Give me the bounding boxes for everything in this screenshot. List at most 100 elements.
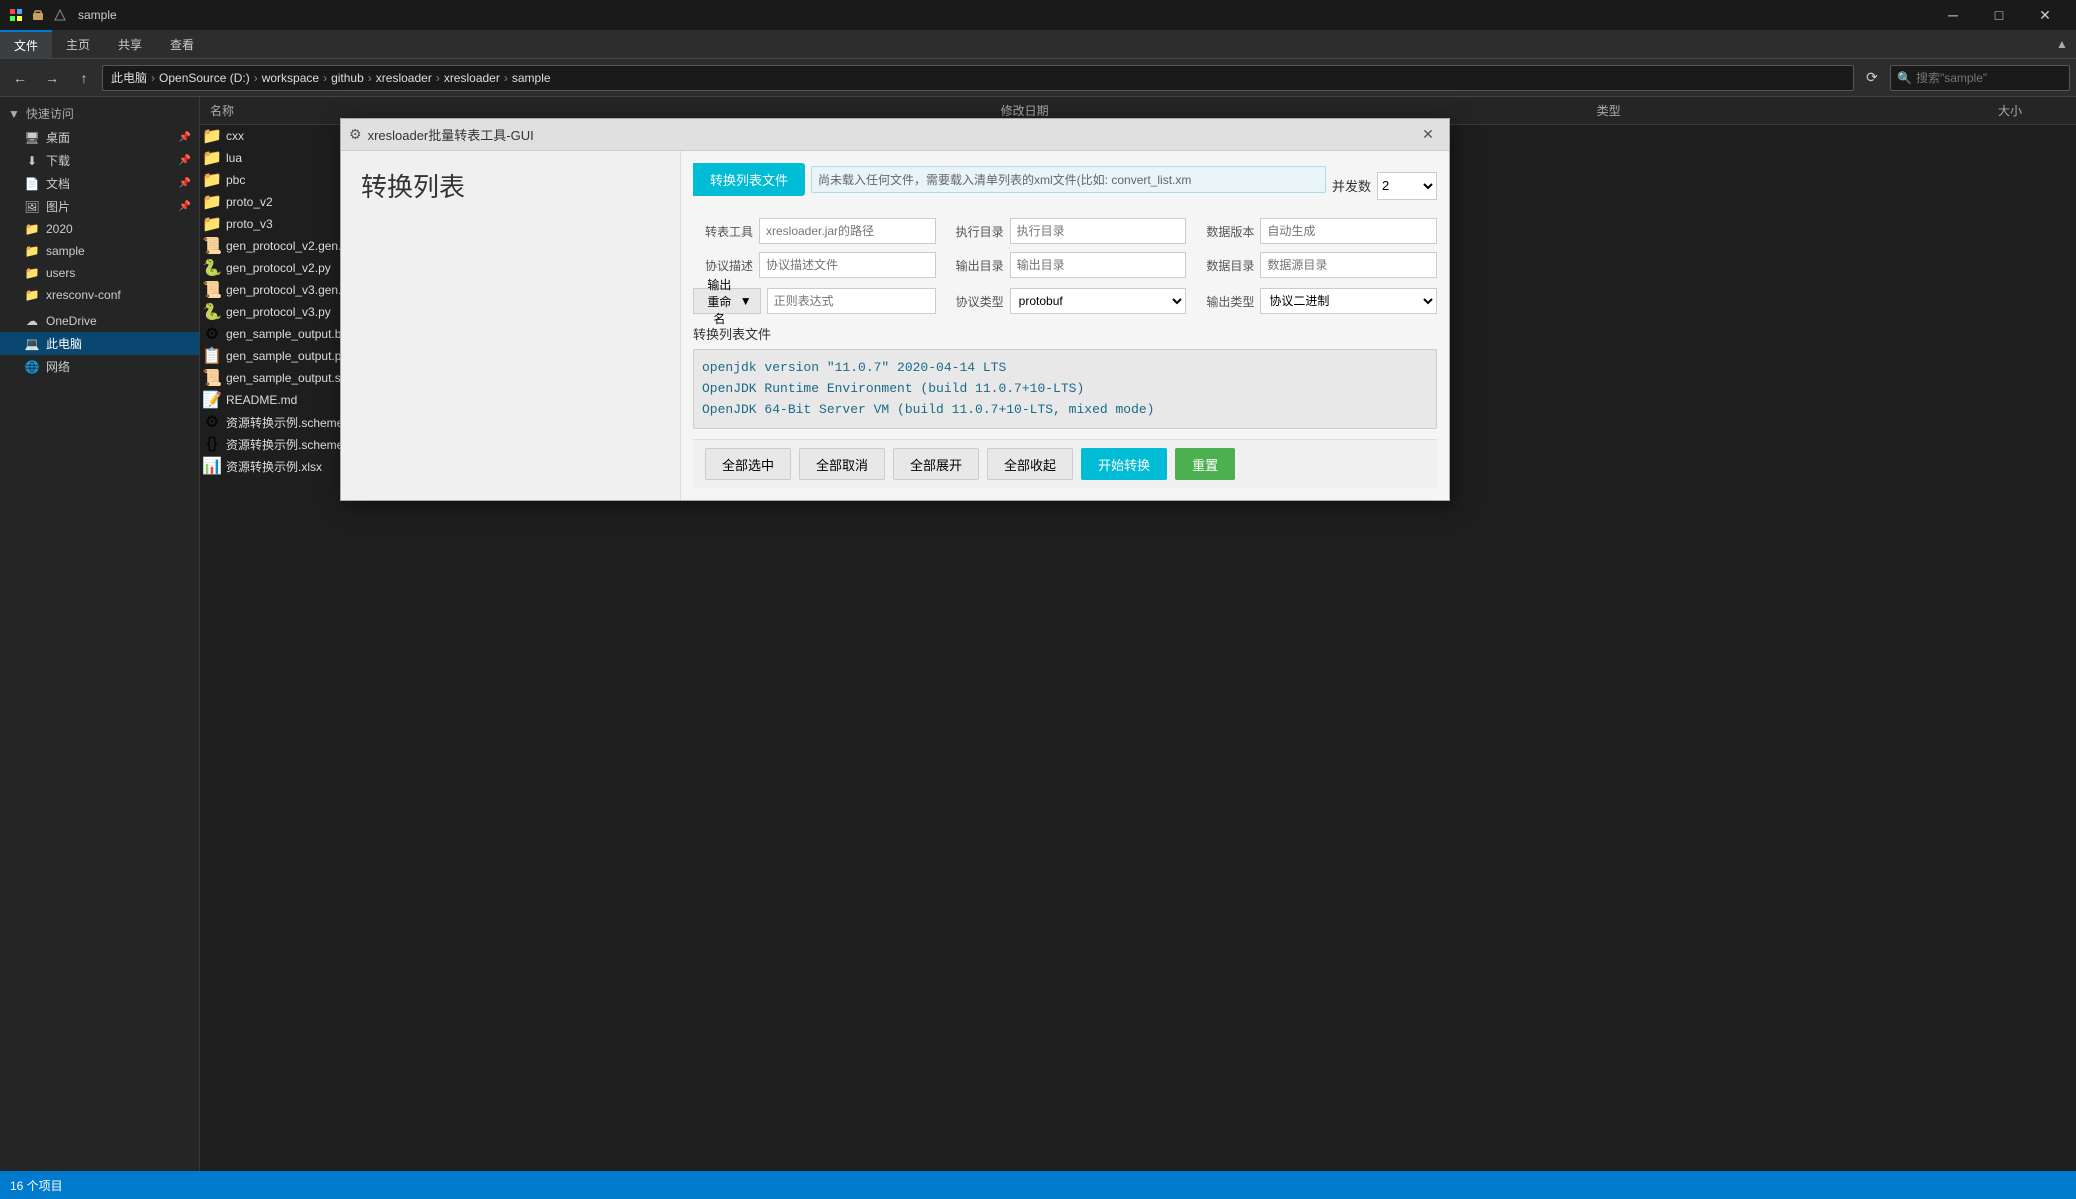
sidebar-item-thispc[interactable]: 💻 此电脑 <box>0 332 199 355</box>
dialog-main-title: 转换列表 <box>361 167 660 204</box>
sidebar-item-network[interactable]: 🌐 网络 <box>0 355 199 378</box>
sidebar-item-pictures[interactable]: 🖼 图片 📌 <box>0 195 199 218</box>
sidebar-quick-access: ▼ 快速访问 🖥 桌面 📌 ⬇ 下载 📌 📄 文档 📌 🖼 图片 � <box>0 101 199 306</box>
maximize-button[interactable]: □ <box>1976 0 2022 30</box>
deselect-all-button[interactable]: 全部取消 <box>799 448 885 480</box>
dialog-title-text: xresloader批量转表工具-GUI <box>368 125 1409 144</box>
pin-icon-2: 📌 <box>179 155 191 166</box>
dialog: ⚙ xresloader批量转表工具-GUI ✕ 转换列表 转换列表文件 尚未载… <box>340 118 1450 501</box>
outputdir-input[interactable] <box>1010 252 1187 278</box>
config-row-protodesc: 协议描述 <box>693 252 936 278</box>
sidebar-item-documents[interactable]: 📄 文档 📌 <box>0 172 199 195</box>
breadcrumb[interactable]: 此电脑 › OpenSource (D:) › workspace › gith… <box>102 65 1854 91</box>
sidebar-item-xresconv[interactable]: 📁 xresconv-conf <box>0 284 199 306</box>
tool-input[interactable] <box>759 218 936 244</box>
collapse-all-button[interactable]: 全部收起 <box>987 448 1073 480</box>
breadcrumb-drive: OpenSource (D:) <box>159 71 250 85</box>
sidebar-item-desktop[interactable]: 🖥 桌面 📌 <box>0 126 199 149</box>
col-header-date[interactable]: 修改日期 <box>995 102 1591 119</box>
col-header-size[interactable]: 大小 <box>1992 102 2072 119</box>
sidebar-item-users[interactable]: 📁 users <box>0 262 199 284</box>
dialog-close-button[interactable]: ✕ <box>1415 124 1441 146</box>
dialog-body: 转换列表 转换列表文件 尚未载入任何文件，需要载入清单列表的xml文件(比如: … <box>341 151 1449 500</box>
datadir-input[interactable] <box>1260 252 1437 278</box>
breadcrumb-thispc: 此电脑 <box>111 69 147 86</box>
onedrive-icon: ☁ <box>24 313 40 329</box>
col-header-name[interactable]: 名称 <box>204 102 995 119</box>
ribbon-chevron[interactable]: ▲ <box>2048 30 2076 58</box>
output-rename-input[interactable] <box>767 288 936 314</box>
execdir-input[interactable] <box>1010 218 1187 244</box>
output-type-select[interactable]: 协议二进制 协议文本 Json Lua Javascript <box>1260 288 1437 314</box>
file-icon: 📁 <box>204 150 220 166</box>
log-line: OpenJDK 64-Bit Server VM (build 11.0.7+1… <box>702 400 1428 421</box>
file-icon: 📜 <box>204 238 220 254</box>
protocol-type-select[interactable]: protobuf json lua javascript <box>1010 288 1187 314</box>
window-controls: ─ □ ✕ <box>1930 0 2068 30</box>
reset-button[interactable]: 重置 <box>1175 448 1235 480</box>
ribbon-tabs: 文件 主页 共享 查看 ▲ <box>0 30 2076 58</box>
search-icon: 🔍 <box>1897 71 1912 85</box>
file-icon: 📜 <box>204 370 220 386</box>
file-icon: 📝 <box>204 392 220 408</box>
sidebar-onedrive-label: OneDrive <box>46 314 97 328</box>
sidebar-pictures-label: 图片 <box>46 198 70 215</box>
sidebar-quick-access-header[interactable]: ▼ 快速访问 <box>0 101 199 126</box>
output-rename-button[interactable]: 输出重命名 ▼ <box>693 288 761 314</box>
tab-share[interactable]: 共享 <box>104 30 156 58</box>
sidebar-users-label: users <box>46 266 75 280</box>
breadcrumb-xresloader1: xresloader <box>376 71 432 85</box>
outputdir-label: 输出目录 <box>944 257 1004 274</box>
sidebar-sample-label: sample <box>46 244 85 258</box>
back-button[interactable]: ← <box>6 64 34 92</box>
sidebar-item-2020[interactable]: 📁 2020 <box>0 218 199 240</box>
chevron-down-icon: ▼ <box>740 294 752 308</box>
sidebar-item-onedrive[interactable]: ☁ OneDrive <box>0 310 199 332</box>
select-all-button[interactable]: 全部选中 <box>705 448 791 480</box>
desktop-icon: 🖥 <box>24 130 40 146</box>
window-icon-3 <box>52 7 68 23</box>
addressbar: ← → ↑ 此电脑 › OpenSource (D:) › workspace … <box>0 59 2076 97</box>
tab-file[interactable]: 文件 <box>0 30 52 58</box>
up-button[interactable]: ↑ <box>70 64 98 92</box>
statusbar-count: 16 个项目 <box>10 1177 63 1194</box>
execdir-label: 执行目录 <box>944 223 1004 240</box>
sidebar-network-label: 网络 <box>46 358 70 375</box>
col-header-type[interactable]: 类型 <box>1591 102 1992 119</box>
sidebar-xresconv-label: xresconv-conf <box>46 288 121 302</box>
file-icon: 📁 <box>204 194 220 210</box>
concurrency-select[interactable]: 2134 <box>1377 172 1437 200</box>
ribbon: 文件 主页 共享 查看 ▲ <box>0 30 2076 59</box>
breadcrumb-xresloader2: xresloader <box>444 71 500 85</box>
refresh-button[interactable]: ⟳ <box>1858 64 1886 92</box>
protodesc-input[interactable] <box>759 252 936 278</box>
log-line: openjdk version "11.0.7" 2020-04-14 LTS <box>702 358 1428 379</box>
pin-icon-3: 📌 <box>179 178 191 189</box>
dialog-footer: 全部选中 全部取消 全部展开 全部收起 开始转换 重置 <box>693 439 1437 488</box>
sidebar-item-sample[interactable]: 📁 sample <box>0 240 199 262</box>
dialog-left-panel: 转换列表 <box>341 151 681 500</box>
sidebar-documents-label: 文档 <box>46 175 70 192</box>
dataversion-input[interactable] <box>1260 218 1437 244</box>
tab-home[interactable]: 主页 <box>52 30 104 58</box>
search-input[interactable] <box>1916 71 2071 85</box>
sidebar-desktop-label: 桌面 <box>46 129 70 146</box>
search-box[interactable]: 🔍 <box>1890 65 2070 91</box>
breadcrumb-github: github <box>331 71 364 85</box>
folder-users-icon: 📁 <box>24 265 40 281</box>
forward-button[interactable]: → <box>38 64 66 92</box>
file-icon: ⚙ <box>204 326 220 342</box>
start-convert-button[interactable]: 开始转换 <box>1081 448 1167 480</box>
sidebar-thispc-label: 此电脑 <box>46 335 82 352</box>
dataversion-label: 数据版本 <box>1194 223 1254 240</box>
pin-icon: 📌 <box>179 132 191 143</box>
tab-convert-list-file[interactable]: 转换列表文件 <box>693 163 805 196</box>
close-button[interactable]: ✕ <box>2022 0 2068 30</box>
expand-all-button[interactable]: 全部展开 <box>893 448 979 480</box>
folder-xresconv-icon: 📁 <box>24 287 40 303</box>
sidebar-item-downloads[interactable]: ⬇ 下载 📌 <box>0 149 199 172</box>
minimize-button[interactable]: ─ <box>1930 0 1976 30</box>
tab-view[interactable]: 查看 <box>156 30 208 58</box>
config-grid: 转表工具 执行目录 数据版本 协议描述 <box>693 218 1437 278</box>
file-icon: 📜 <box>204 282 220 298</box>
